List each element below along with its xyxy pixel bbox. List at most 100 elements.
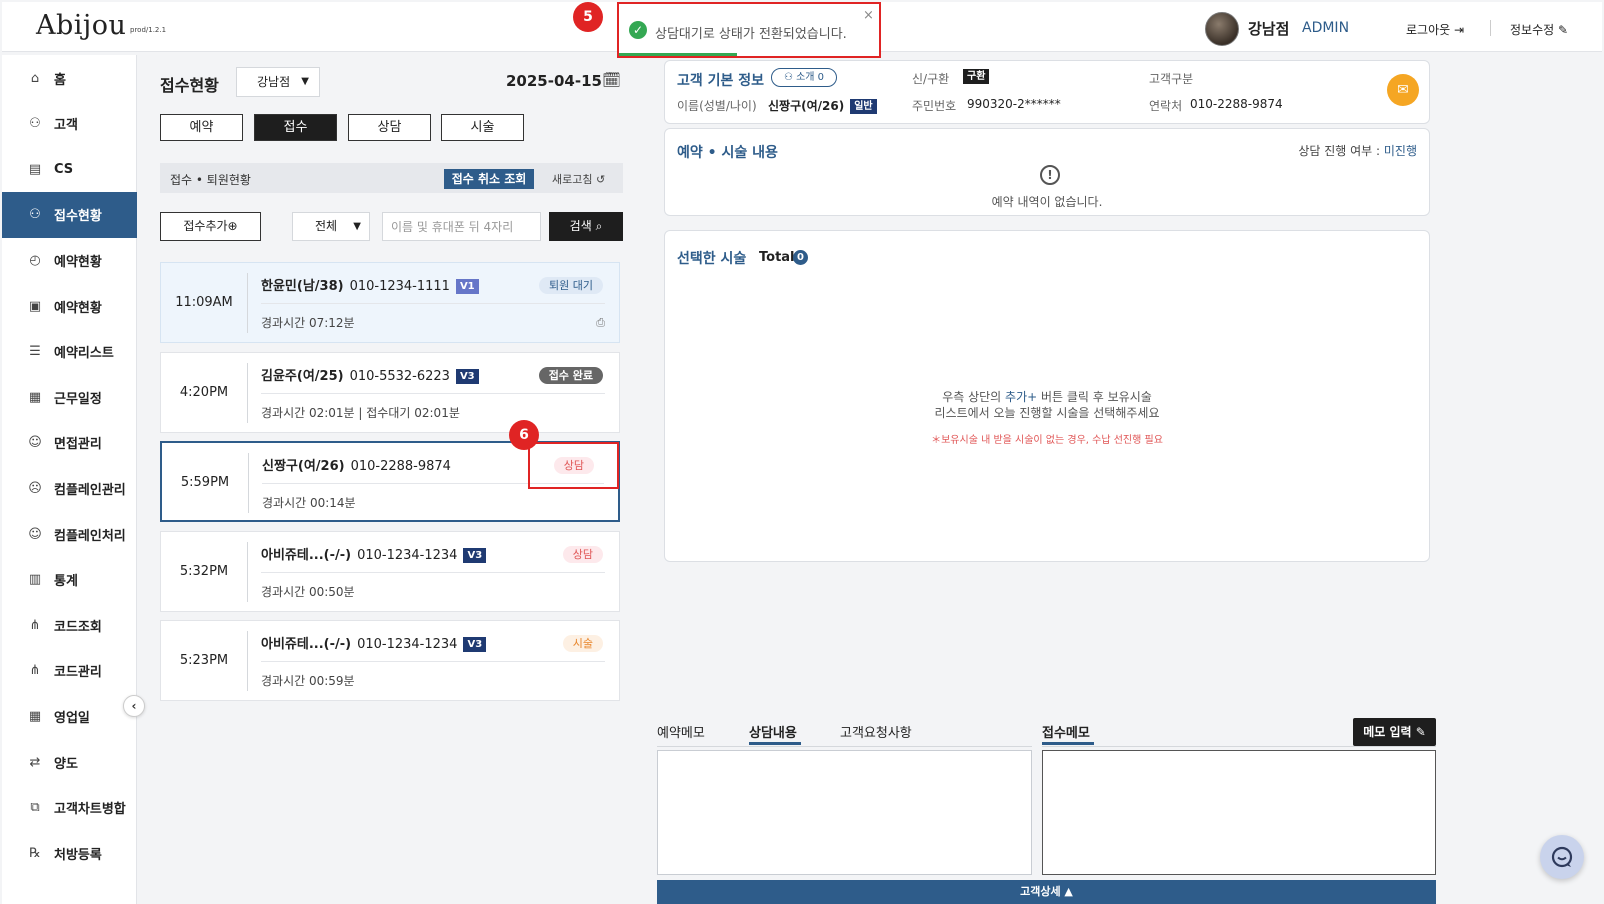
mail-icon[interactable]: ✉ (1387, 74, 1419, 106)
sidebar-item-13[interactable]: ⋔ 코드관리 (2, 648, 137, 694)
filter-select[interactable]: 전체 ▼ (292, 212, 370, 241)
sidebar-item-7[interactable]: ▦ 근무일정 (2, 374, 137, 420)
pencil-icon: ✎ (1558, 23, 1569, 37)
elapsed-time: 경과시간 07:12분 (261, 316, 355, 330)
tab-consult[interactable]: 상담 (348, 114, 431, 141)
referral-badge[interactable]: ⚇ 소개 0 (771, 68, 837, 87)
vip-badge: V3 (455, 369, 479, 384)
prescription-icon: ℞ (29, 845, 41, 861)
logout-icon: ⇥ (1454, 23, 1465, 37)
sidebar-item-5[interactable]: ▣ 예약현황 (2, 283, 137, 329)
sidebar-item-label: 양도 (54, 756, 78, 772)
add-reception-label: 접수추가 (183, 219, 228, 233)
tab-reception[interactable]: 접수 (254, 114, 337, 141)
sidebar-item-12[interactable]: ⋔ 코드조회 (2, 602, 137, 648)
sidebar-item-11[interactable]: ▥ 통계 (2, 557, 137, 603)
reception-memo-textarea[interactable] (1042, 750, 1436, 875)
customer-name-value: 신짱구(여/26) (768, 99, 845, 113)
avatar[interactable] (1205, 12, 1239, 46)
close-icon[interactable]: × (863, 8, 874, 23)
status-badge[interactable]: 상담 (562, 546, 603, 563)
reception-card[interactable]: 5:32PM 아비쥬테...(-/-) 010-1234-1234 V3 상담 경과… (160, 531, 620, 612)
vip-badge: V3 (463, 637, 487, 652)
chart-icon: ▥ (28, 572, 42, 588)
memo-input-label: 메모 입력 (1363, 725, 1412, 739)
consult-progress-label: 상담 진행 여부 : (1298, 144, 1381, 158)
sidebar-item-label: 통계 (54, 574, 78, 590)
branch-select[interactable]: 강남점 ▼ (236, 67, 320, 97)
reception-card[interactable]: 11:09AM 한윤민(남/38) 010-1234-1111 V1 퇴원 대기 경… (160, 262, 620, 343)
tree-icon: ⋔ (29, 617, 41, 633)
chat-button[interactable] (1540, 835, 1584, 879)
newold-badge: 구환 (963, 69, 990, 84)
card-separator (261, 572, 605, 573)
card-divider (247, 363, 248, 423)
tab-treatment[interactable]: 시술 (441, 114, 524, 141)
edit-info-label: 정보수정 (1510, 23, 1555, 37)
treatment-title: 선택한 시술 (677, 251, 747, 267)
sidebar-item-14[interactable]: ▦ 영업일 (2, 693, 137, 739)
reception-card[interactable]: 5:23PM 아비쥬테...(-/-) 010-1234-1234 V3 시술 경과… (160, 620, 620, 701)
name-label: 이름(성별/나이) (677, 99, 757, 113)
sidebar-item-label: CS (54, 161, 74, 177)
referral-count: 소개 0 (796, 72, 825, 83)
consult-progress: 상담 진행 여부 : 미진행 (1298, 142, 1417, 159)
sidebar-item-10[interactable]: ☺ 컴플레인처리 (2, 511, 137, 557)
tab-reception-memo[interactable]: 접수메모 (1042, 722, 1090, 741)
sidebar-item-15[interactable]: ⇄ 양도 (2, 739, 137, 785)
sidebar-item-label: 컴플레인처리 (54, 528, 126, 544)
sidebar-item-3[interactable]: ⚇ 접수현황 (2, 191, 137, 238)
sidebar-item-9[interactable]: ☹ 컴플레인관리 (2, 465, 137, 511)
users-icon: ⚇ (29, 116, 41, 132)
reception-card[interactable]: 4:20PM 김윤주(여/25) 010-5532-6223 V3 접수 완료 경과… (160, 352, 620, 433)
search-button[interactable]: 검색 ⌕ (549, 212, 623, 241)
total-label: Total (759, 250, 795, 265)
pencil-icon: ✎ (1415, 725, 1426, 739)
sidebar-item-17[interactable]: ℞ 처방등록 (2, 830, 137, 876)
tab-reservation[interactable]: 예약 (160, 114, 243, 141)
complaint-icon: ☹ (28, 480, 42, 496)
search-input[interactable] (382, 212, 541, 241)
sidebar-item-1[interactable]: ⚇ 고객 (2, 101, 137, 147)
schedule-icon: ▦ (28, 389, 42, 405)
logout-button[interactable]: 로그아웃 ⇥ (1406, 21, 1464, 38)
card-time: 5:32PM (179, 564, 229, 579)
logo[interactable]: Abijou (36, 10, 126, 41)
tab-consult-content[interactable]: 상담내용 (749, 722, 797, 741)
elapsed-time: 경과시간 00:50분 (261, 585, 355, 599)
edit-info-button[interactable]: 정보수정 ✎ (1510, 21, 1568, 38)
list-icon: ☰ (29, 344, 41, 360)
cancel-lookup-button[interactable]: 접수 취소 조회 (444, 169, 534, 189)
status-badge[interactable]: 퇴원 대기 (539, 277, 603, 294)
sidebar-item-2[interactable]: ▤ CS (2, 146, 137, 192)
customer-phone: 010-1234-1234 (357, 548, 458, 563)
calendar-clock-icon: ◴ (29, 252, 41, 268)
smile-icon: ☺ (28, 526, 42, 542)
sidebar-item-0[interactable]: ⌂ 홈 (2, 55, 137, 101)
customer-detail-toggle[interactable]: 고객상세 ▲ (657, 880, 1436, 904)
section-header: 접수 • 퇴원현황 접수 취소 조회 새로고침 ↺ (160, 163, 623, 193)
tab-baseline (657, 746, 1032, 747)
tab-reservation-memo[interactable]: 예약메모 (657, 722, 705, 741)
sidebar-item-16[interactable]: ⧉ 고객차트병합 (2, 785, 137, 831)
sidebar-item-6[interactable]: ☰ 예약리스트 (2, 329, 137, 375)
tab-customer-request[interactable]: 고객요청사항 (840, 722, 912, 741)
caret-down-icon: ▼ (353, 221, 361, 232)
card-name: 아비쥬테...(-/-) 010-1234-1234 V3 (261, 633, 487, 652)
add-reception-button[interactable]: 접수추가⊕ (160, 212, 261, 241)
refresh-button[interactable]: 새로고침 ↺ (552, 171, 605, 187)
merge-icon: ⧉ (30, 800, 40, 816)
header-divider (1490, 20, 1491, 36)
print-icon[interactable]: ⎙ (596, 316, 605, 330)
calendar-icon[interactable]: 🗓 (602, 71, 621, 89)
card-separator (261, 393, 605, 394)
contact-value: 010-2288-9874 (1190, 97, 1283, 111)
consult-memo-textarea[interactable] (657, 750, 1032, 875)
sidebar-collapse-button[interactable]: ‹ (123, 695, 145, 717)
status-badge[interactable]: 시술 (562, 635, 603, 652)
memo-input-button[interactable]: 메모 입력 ✎ (1353, 718, 1436, 746)
chat-icon (1551, 846, 1573, 868)
sidebar-item-4[interactable]: ◴ 예약현황 (2, 237, 137, 283)
sidebar-item-8[interactable]: ☺ 면접관리 (2, 420, 137, 466)
status-badge[interactable]: 접수 완료 (538, 367, 603, 384)
